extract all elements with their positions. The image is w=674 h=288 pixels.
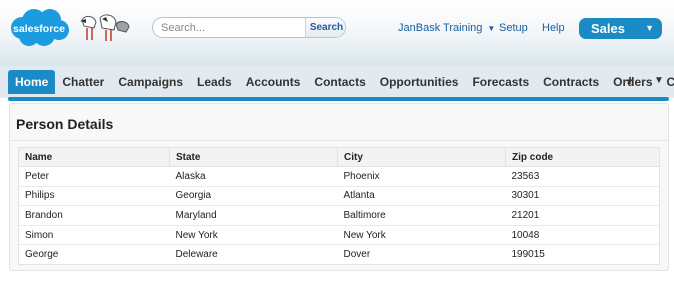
tab-chatter[interactable]: Chatter xyxy=(55,70,111,94)
tab-leads[interactable]: Leads xyxy=(190,70,239,94)
cell-zip: 21201 xyxy=(505,205,660,226)
cell-zip: 30301 xyxy=(505,185,660,206)
column-header-city: City xyxy=(337,147,506,167)
cell-state: Georgia xyxy=(169,185,338,206)
cell-city: New York xyxy=(337,224,506,245)
cell-name: Brandon xyxy=(18,205,170,226)
setup-link[interactable]: Setup xyxy=(499,22,528,34)
cell-name: George xyxy=(18,244,170,265)
cell-city: Dover xyxy=(337,244,506,265)
divider xyxy=(10,140,668,141)
table-row: Simon New York New York 10048 xyxy=(18,224,660,245)
chevron-down-icon[interactable]: ▼ xyxy=(654,75,664,86)
plus-icon[interactable]: + xyxy=(626,72,634,88)
person-table: Name State City Zip code Peter Alaska Ph… xyxy=(18,147,660,265)
chevron-down-icon: ▼ xyxy=(487,23,496,33)
chevron-down-icon: ▼ xyxy=(645,23,654,33)
table-row: George Deleware Dover 199015 xyxy=(18,244,660,265)
tab-strip xyxy=(8,97,669,101)
cell-city: Phoenix xyxy=(337,166,506,187)
cell-zip: 10048 xyxy=(505,224,660,245)
tab-accounts[interactable]: Accounts xyxy=(239,70,308,94)
tab-home[interactable]: Home xyxy=(8,70,56,94)
person-details-panel: Person Details Name State City Zip code … xyxy=(9,103,669,271)
app-menu-button[interactable]: Sales ▼ xyxy=(579,18,662,39)
cell-state: Maryland xyxy=(169,205,338,226)
table-header-row: Name State City Zip code xyxy=(18,147,660,167)
cell-state: Alaska xyxy=(169,166,338,187)
logo-text: salesforce xyxy=(13,23,65,35)
tab-contacts[interactable]: Contacts xyxy=(307,70,372,94)
salesforce-logo[interactable]: salesforce xyxy=(8,6,70,49)
table-row: Peter Alaska Phoenix 23563 xyxy=(18,166,660,187)
tab-contracts[interactable]: Contracts xyxy=(536,70,606,94)
cell-name: Peter xyxy=(18,166,170,187)
column-header-state: State xyxy=(169,147,338,167)
tab-forecasts[interactable]: Forecasts xyxy=(465,70,536,94)
cell-city: Baltimore xyxy=(337,205,506,226)
tab-opportunities[interactable]: Opportunities xyxy=(373,70,466,94)
user-menu-label: JanBask Training xyxy=(398,22,483,34)
search-box: Search xyxy=(152,17,346,38)
app-menu-label: Sales xyxy=(591,21,625,36)
tab-campaigns[interactable]: Campaigns xyxy=(111,70,190,94)
search-input[interactable] xyxy=(153,18,306,37)
column-header-zip: Zip code xyxy=(505,147,660,167)
panel-title: Person Details xyxy=(16,116,114,132)
seasonal-logo-icon xyxy=(80,14,130,41)
cell-name: Simon xyxy=(18,224,170,245)
column-header-name: Name xyxy=(18,147,170,167)
user-menu[interactable]: JanBask Training ▼ xyxy=(398,22,495,34)
tabs: Home Chatter Campaigns Leads Accounts Co… xyxy=(8,70,674,94)
cell-state: Deleware xyxy=(169,244,338,265)
cell-name: Philips xyxy=(18,185,170,206)
cell-city: Atlanta xyxy=(337,185,506,206)
table-row: Philips Georgia Atlanta 30301 xyxy=(18,185,660,206)
header: salesforce Search JanBask Training ▼ Set… xyxy=(0,0,674,66)
help-link[interactable]: Help xyxy=(542,22,565,34)
cell-zip: 199015 xyxy=(505,244,660,265)
cell-state: New York xyxy=(169,224,338,245)
search-button[interactable]: Search xyxy=(306,18,345,37)
cell-zip: 23563 xyxy=(505,166,660,187)
table-row: Brandon Maryland Baltimore 21201 xyxy=(18,205,660,226)
